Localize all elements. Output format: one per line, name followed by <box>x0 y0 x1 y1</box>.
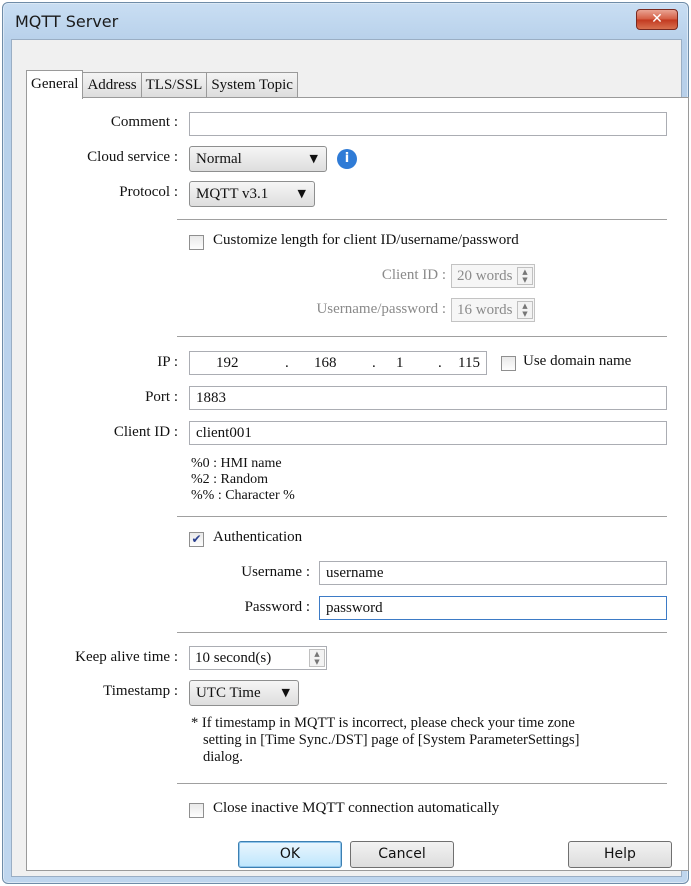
keep-alive-label: Keep alive time : <box>75 649 178 665</box>
ip-octet-3: 1 <box>396 355 404 371</box>
port-label: Port : <box>145 389 178 405</box>
customize-length-checkbox[interactable] <box>189 235 204 250</box>
general-tab-panel: Comment : Cloud service : Normal ▼ i Pro… <box>26 97 689 871</box>
password-label: Password : <box>244 599 310 615</box>
authentication-label: Authentication <box>213 529 303 545</box>
spin-up-down-icon[interactable]: ▲ ▼ <box>309 649 325 667</box>
hint-line: %% : Character % <box>191 488 295 503</box>
authentication-checkbox[interactable]: ✔ <box>189 532 204 547</box>
cancel-button[interactable]: Cancel <box>350 841 454 868</box>
comment-input[interactable] <box>189 112 667 136</box>
length-username-value: 16 words <box>457 302 513 318</box>
keep-alive-value: 10 second(s) <box>195 650 272 666</box>
use-domain-name-checkbox[interactable] <box>501 356 516 371</box>
ip-address-input[interactable]: 192 . 168 . 1 . 115 <box>189 351 487 375</box>
length-client-id-label: Client ID : <box>381 267 446 283</box>
tab-strip: General Address TLS/SSL System Topic <box>26 70 298 99</box>
timestamp-select[interactable]: UTC Time ▼ <box>189 680 299 706</box>
note-line: * If timestamp in MQTT is incorrect, ple… <box>191 715 575 731</box>
protocol-select[interactable]: MQTT v3.1 ▼ <box>189 181 315 207</box>
close-inactive-checkbox[interactable] <box>189 803 204 818</box>
separator <box>177 516 667 517</box>
chevron-down-icon: ▼ <box>309 152 318 165</box>
client-id-input[interactable]: client001 <box>189 421 667 445</box>
window-title: MQTT Server <box>15 12 119 31</box>
timestamp-note: * If timestamp in MQTT is incorrect, ple… <box>191 715 579 766</box>
mqtt-server-dialog: MQTT Server ✕ General Address TLS/SSL Sy… <box>2 2 689 884</box>
cloud-service-select[interactable]: Normal ▼ <box>189 146 327 172</box>
title-bar[interactable]: MQTT Server ✕ <box>3 3 688 41</box>
info-icon[interactable]: i <box>337 149 357 169</box>
keep-alive-stepper[interactable]: 10 second(s) <box>189 646 327 670</box>
spin-up-down-icon: ▲ ▼ <box>517 267 533 285</box>
length-client-id-value: 20 words <box>457 268 513 284</box>
tab-system-topic[interactable]: System Topic <box>206 72 298 98</box>
hint-line: %0 : HMI name <box>191 456 282 471</box>
ok-button[interactable]: OK <box>238 841 342 868</box>
checkmark-icon: ✔ <box>191 532 202 546</box>
tab-tls-ssl[interactable]: TLS/SSL <box>140 72 208 98</box>
password-input[interactable]: password <box>319 596 667 620</box>
chevron-down-icon: ▼ <box>281 686 290 699</box>
ip-dot: . <box>438 355 442 371</box>
close-icon: ✕ <box>651 11 663 27</box>
length-username-label: Username/password : <box>316 301 446 317</box>
customize-length-label: Customize length for client ID/username/… <box>213 232 519 248</box>
note-line: setting in [Time Sync./DST] page of [Sys… <box>203 732 580 748</box>
ip-octet-2: 168 <box>314 355 337 371</box>
hint-line: %2 : Random <box>191 472 268 487</box>
username-input[interactable]: username <box>319 561 667 585</box>
use-domain-name-label: Use domain name <box>523 353 632 369</box>
comment-label: Comment : <box>110 114 178 130</box>
help-button[interactable]: Help <box>568 841 672 868</box>
client-id-hints: %0 : HMI name %2 : Random %% : Character… <box>191 456 295 504</box>
tab-address[interactable]: Address <box>82 72 142 98</box>
chevron-down-icon: ▼ <box>297 187 306 200</box>
client-id-label: Client ID : <box>113 424 178 440</box>
timestamp-value: UTC Time <box>196 685 261 701</box>
timestamp-label: Timestamp : <box>103 683 178 699</box>
protocol-label: Protocol : <box>119 184 178 200</box>
close-inactive-label: Close inactive MQTT connection automatic… <box>213 800 500 816</box>
spin-up-down-icon: ▲ ▼ <box>517 301 533 319</box>
protocol-value: MQTT v3.1 <box>196 186 269 202</box>
dialog-client-area: General Address TLS/SSL System Topic Com… <box>11 39 689 877</box>
ip-label: IP : <box>157 354 178 370</box>
ip-dot: . <box>285 355 289 371</box>
cloud-service-value: Normal <box>196 151 242 167</box>
separator <box>177 783 667 784</box>
ip-dot: . <box>372 355 376 371</box>
note-line: dialog. <box>203 749 243 765</box>
separator <box>177 336 667 337</box>
close-button[interactable]: ✕ <box>636 9 678 30</box>
separator <box>177 632 667 633</box>
cloud-service-label: Cloud service : <box>87 149 178 165</box>
ip-octet-1: 192 <box>216 355 239 371</box>
username-label: Username : <box>241 564 310 580</box>
tab-general[interactable]: General <box>26 70 84 99</box>
ip-octet-4: 115 <box>458 355 480 371</box>
port-input[interactable]: 1883 <box>189 386 667 410</box>
separator <box>177 219 667 220</box>
